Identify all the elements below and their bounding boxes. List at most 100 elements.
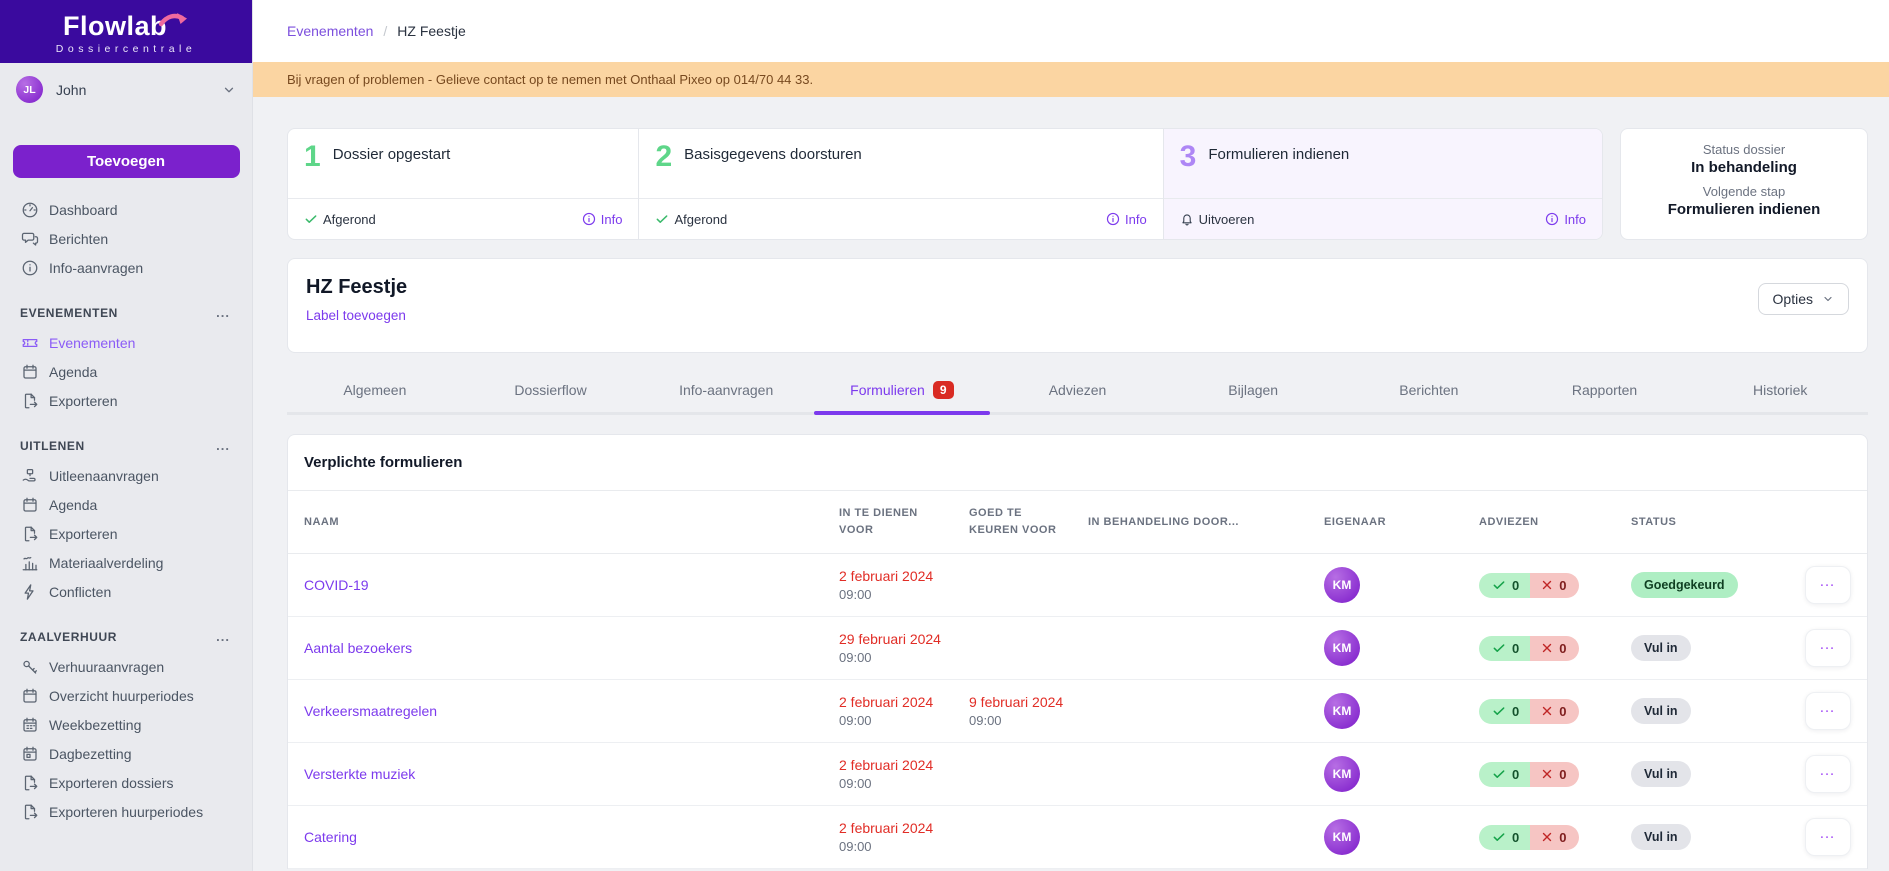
x-icon [1541,705,1553,717]
sidebar-item-conflicten[interactable]: Conflicten [0,577,252,606]
form-link-aantal-bezoekers[interactable]: Aantal bezoekers [304,640,412,656]
step-state-label: Afgerond [674,212,727,227]
table-row: Versterkte muziek2 februari 202409:00KM0… [288,743,1867,806]
avatar: JL [16,76,43,103]
sidebar-item-uitleenaanvragen[interactable]: Uitleenaanvragen [0,461,252,490]
sidebar-item-berichten[interactable]: Berichten [0,224,252,253]
form-name-cell: Aantal bezoekers [304,640,839,656]
due-date-cell: 2 februari 202409:00 [839,694,969,728]
step-info-link[interactable]: Info [1545,212,1586,227]
approve-date-cell: 9 februari 202409:00 [969,694,1088,728]
tab-label: Rapporten [1572,382,1637,398]
breadcrumb-link-evenementen[interactable]: Evenementen [287,23,373,39]
tab-label: Bijlagen [1228,382,1278,398]
date-value: 2 februari 2024 [839,568,969,584]
tab-algemeen[interactable]: Algemeen [287,372,463,412]
adviezen-rejected-count: 0 [1530,699,1579,724]
due-date-cell: 29 februari 202409:00 [839,631,969,665]
sidebar-item-exporteren[interactable]: Exporteren [0,386,252,415]
chevron-down-icon [1822,293,1834,305]
sidebar-item-exporteren-dossiers[interactable]: Exporteren dossiers [0,768,252,797]
owner-avatar: KM [1324,630,1360,666]
sidebar-item-label: Exporteren [49,526,117,542]
sidebar-section-title: EVENEMENTEN [20,306,118,320]
tab-historiek[interactable]: Historiek [1692,372,1868,412]
tab-label: Algemeen [343,382,406,398]
ellipsis-icon[interactable]: ... [216,310,230,317]
sidebar-item-agenda[interactable]: Agenda [0,357,252,386]
adviezen-approved-count: 0 [1479,825,1530,850]
row-actions-button[interactable]: ... [1805,629,1851,667]
check-icon [1492,767,1506,781]
progress-steps-row: 1Dossier opgestartAfgerondInfo2Basisgege… [287,128,1868,240]
sidebar-item-verhuuraanvragen[interactable]: Verhuuraanvragen [0,652,252,681]
row-actions-button[interactable]: ... [1805,755,1851,793]
form-link-versterkte-muziek[interactable]: Versterkte muziek [304,766,415,782]
actions-cell: ... [1798,629,1851,667]
tab-info-aanvragen[interactable]: Info-aanvragen [638,372,814,412]
options-button-label: Opties [1773,291,1813,307]
tab-dossierflow[interactable]: Dossierflow [463,372,639,412]
time-value: 09:00 [839,587,969,602]
sidebar-item-label: Verhuuraanvragen [49,659,164,675]
tab-formulieren[interactable]: Formulieren9 [814,372,990,412]
dossier-header-card: HZ Feestje Label toevoegen Opties [287,258,1868,353]
form-name-cell: Verkeersmaatregelen [304,703,839,719]
status-cell: Vul in [1631,698,1798,724]
column-header-in-te-dienen-voor: IN TE DIENEN VOOR [839,505,969,539]
brand-logo: Flowlab [63,13,167,40]
step-info-link[interactable]: Info [582,212,623,227]
calendar-week-icon [20,715,39,734]
gauge-icon [20,200,39,219]
tab-berichten[interactable]: Berichten [1341,372,1517,412]
check-icon [1492,704,1506,718]
table-row: Verkeersmaatregelen 2 februari 202409:009… [288,680,1867,743]
ellipsis-icon[interactable]: ... [216,634,230,641]
sidebar-item-weekbezetting[interactable]: Weekbezetting [0,710,252,739]
step-info-link[interactable]: Info [1106,212,1147,227]
chat-icon [20,229,39,248]
user-name: John [56,82,86,98]
user-menu[interactable]: JL John [0,63,252,115]
x-icon [1541,579,1553,591]
sidebar-item-dagbezetting[interactable]: Dagbezetting [0,739,252,768]
row-actions-button[interactable]: ... [1805,692,1851,730]
step-state: Afgerond [655,212,727,227]
tab-label: Historiek [1753,382,1807,398]
row-actions-button[interactable]: ... [1805,566,1851,604]
due-date-cell: 2 februari 202409:00 [839,757,969,791]
sidebar-item-dashboard[interactable]: Dashboard [0,195,252,224]
page-title: HZ Feestje [306,276,1849,299]
tab-adviezen[interactable]: Adviezen [990,372,1166,412]
status-badge: Goedgekeurd [1631,572,1738,598]
breadcrumb: Evenementen / HZ Feestje [287,23,466,39]
ellipsis-icon[interactable]: ... [216,443,230,450]
table-row: Aantal bezoekers 29 februari 202409:00 KM 0… [288,617,1867,680]
brand-arrow-icon [159,11,189,29]
info-link-label: Info [1125,212,1147,227]
form-link-covid-19[interactable]: COVID-19 [304,577,369,593]
status-badge: Vul in [1631,635,1691,661]
sidebar-item-overzicht-huurperiodes[interactable]: Overzicht huurperiodes [0,681,252,710]
sidebar-item-info-aanvragen[interactable]: Info-aanvragen [0,253,252,282]
status-cell: Vul in [1631,761,1798,787]
form-link-verkeersmaatregelen[interactable]: Verkeersmaatregelen [304,703,437,719]
sidebar-item-evenementen[interactable]: Evenementen [0,328,252,357]
sidebar-item-exporteren-huurperiodes[interactable]: Exporteren huurperiodes [0,797,252,826]
sidebar-section-evenementen: EVENEMENTEN... [0,306,252,320]
add-label-link[interactable]: Label toevoegen [306,308,406,323]
breadcrumb-separator: / [383,23,387,39]
time-value: 09:00 [839,650,969,665]
add-button[interactable]: Toevoegen [13,145,240,178]
form-link-catering[interactable]: Catering [304,829,357,845]
sidebar-item-agenda[interactable]: Agenda [0,490,252,519]
check-icon [655,212,669,226]
row-actions-button[interactable]: ... [1805,818,1851,856]
sidebar-item-exporteren[interactable]: Exporteren [0,519,252,548]
sidebar-item-label: Info-aanvragen [49,260,143,276]
doc-export-icon [20,524,39,543]
tab-rapporten[interactable]: Rapporten [1517,372,1693,412]
options-button[interactable]: Opties [1758,283,1849,315]
tab-bijlagen[interactable]: Bijlagen [1165,372,1341,412]
sidebar-item-materiaalverdeling[interactable]: Materiaalverdeling [0,548,252,577]
